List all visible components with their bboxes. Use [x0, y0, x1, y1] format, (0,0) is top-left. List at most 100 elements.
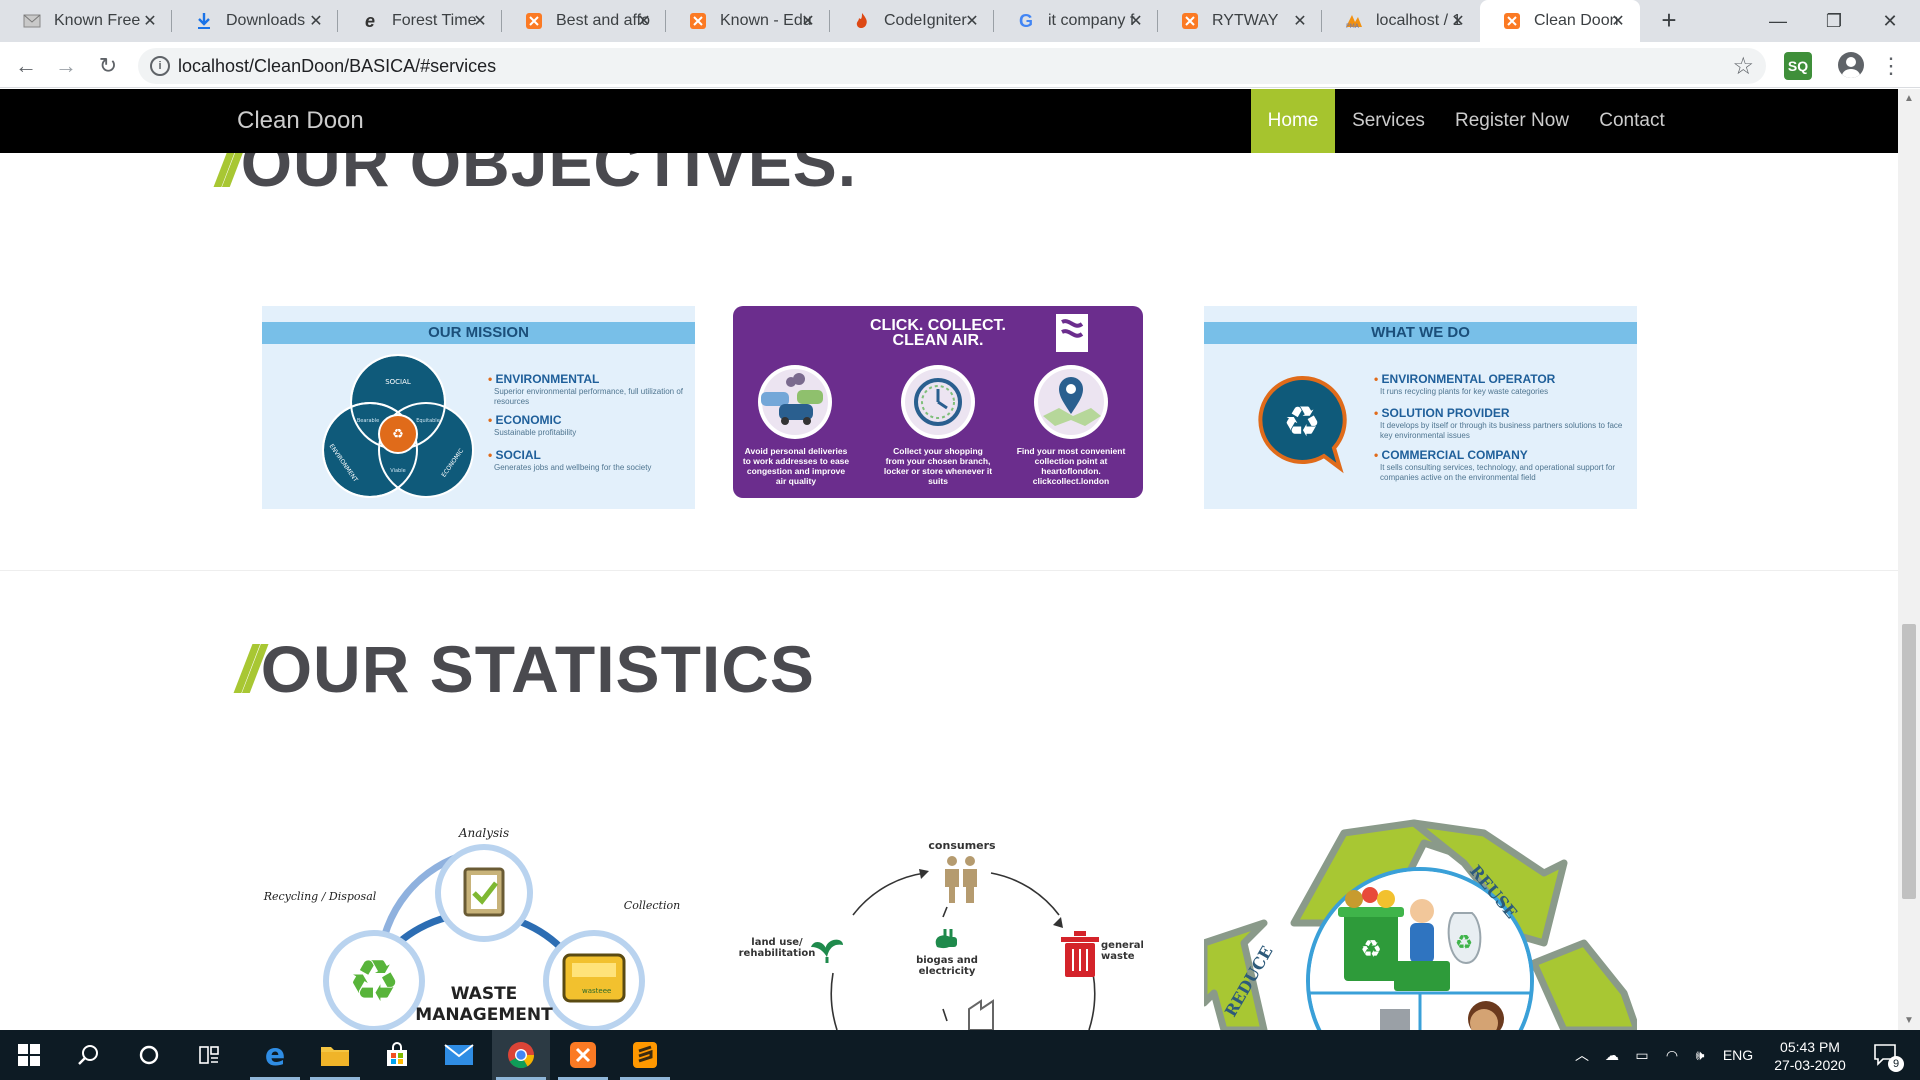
close-icon[interactable]: ✕ — [1290, 11, 1310, 31]
browser-tab-known-edu[interactable]: Known - Edu ✕ — [666, 0, 830, 42]
waste-label-center-1: WASTE — [451, 984, 518, 1004]
what-item-solution-provider: SOLUTION PROVIDER It develops by itself … — [1374, 406, 1624, 441]
browser-tab-known-free[interactable]: Known Free ✕ — [0, 0, 172, 42]
close-icon[interactable]: ✕ — [306, 11, 326, 31]
windows-start-icon[interactable] — [0, 1030, 58, 1080]
browser-tab-downloads[interactable]: Downloads ✕ — [172, 0, 338, 42]
browser-tab-clean-doon[interactable]: Clean Doon ✕ — [1480, 0, 1640, 42]
browser-tab-best-and-affo[interactable]: Best and affo ✕ — [502, 0, 666, 42]
windows-taskbar: e ︿ ☁ ▭ ◠ 🕪 ENG 05:43 PM 27-03-2020 9 — [0, 1030, 1920, 1080]
taskbar-sublime-icon[interactable] — [616, 1030, 674, 1080]
new-tab-button[interactable]: + — [1656, 7, 1682, 34]
sustainability-venn-diagram: ♻ SOCIAL ENVIRONMENT ECONOMIC Bearable E… — [322, 354, 474, 498]
browser-tab-codeigniter[interactable]: CodeIgniter ✕ — [830, 0, 994, 42]
venn-label-bearable: Bearable — [357, 418, 379, 424]
tray-battery-icon[interactable]: ▭ — [1628, 1030, 1656, 1080]
mission-card: OUR MISSION ♻ SOCIAL ENVIRONMENT ECONOMI… — [262, 306, 695, 509]
click-collect-caption-1: Avoid personal deliveries to work addres… — [742, 446, 850, 486]
close-icon[interactable]: ✕ — [140, 11, 160, 31]
close-icon[interactable]: ✕ — [470, 11, 490, 31]
taskbar-chrome-icon[interactable] — [492, 1030, 550, 1080]
tray-chevron-icon[interactable]: ︿ — [1568, 1030, 1596, 1080]
page-viewport: //OUR OBJECTIVES. Clean Doon Home Servic… — [0, 89, 1920, 1030]
what-we-do-header: WHAT WE DO — [1204, 322, 1637, 344]
taskbar-xampp-icon[interactable] — [554, 1030, 612, 1080]
close-icon[interactable]: ✕ — [962, 11, 982, 31]
close-window-button[interactable]: ✕ — [1860, 0, 1920, 42]
taskbar-clock[interactable]: 05:43 PM 27-03-2020 — [1762, 1038, 1858, 1074]
cortana-icon[interactable] — [120, 1030, 178, 1080]
minimize-button[interactable]: — — [1748, 0, 1808, 42]
menu-dots-icon[interactable]: ⋮ — [1880, 52, 1902, 80]
cycle-label-consumers: consumers — [928, 839, 996, 852]
scrollbar-thumb[interactable] — [1902, 624, 1916, 899]
extension-icon[interactable]: SQ — [1784, 52, 1812, 80]
person-icon — [1410, 899, 1434, 923]
close-icon[interactable]: ✕ — [798, 11, 818, 31]
google-icon: G — [1018, 10, 1033, 31]
forward-arrow-icon[interactable]: → — [52, 52, 80, 80]
browser-tabstrip: Known Free ✕ Downloads ✕ e Forest Time ✕… — [0, 0, 1920, 42]
scroll-down-arrow-icon[interactable]: ▼ — [1904, 1015, 1914, 1026]
venn-label-viable: Viable — [390, 468, 405, 474]
mail-icon — [22, 11, 42, 31]
close-icon[interactable]: ✕ — [1608, 11, 1628, 31]
download-icon — [194, 11, 214, 31]
site-brand[interactable]: Clean Doon — [237, 107, 364, 135]
task-view-icon[interactable] — [180, 1030, 238, 1080]
scroll-up-arrow-icon[interactable]: ▲ — [1904, 93, 1914, 104]
search-icon[interactable] — [60, 1030, 118, 1080]
info-icon[interactable]: i — [150, 56, 170, 76]
close-icon[interactable]: ✕ — [1126, 11, 1146, 31]
page-scrollbar[interactable]: ▲ ▼ — [1898, 89, 1920, 1030]
heart-of-london-logo — [1056, 314, 1088, 352]
taskbar-file-explorer-icon[interactable] — [306, 1030, 364, 1080]
close-icon[interactable]: ✕ — [634, 11, 654, 31]
xampp-icon — [1502, 11, 1522, 31]
notification-center-icon[interactable]: 9 — [1866, 1030, 1906, 1080]
nav-contact[interactable]: Contact — [1594, 89, 1670, 153]
browser-tab-rytway[interactable]: RYTWAY ✕ — [1158, 0, 1322, 42]
close-icon[interactable]: ✕ — [1448, 11, 1468, 31]
statistics-title: //OUR STATISTICS — [236, 632, 815, 706]
what-item-environmental-operator: ENVIRONMENTAL OPERATOR It runs recycling… — [1374, 372, 1624, 397]
nav-services[interactable]: Services — [1346, 89, 1431, 153]
cycle-label-biogas: biogas and electricity — [916, 955, 978, 977]
what-item-commercial-company: COMMERCIAL COMPANY It sells consulting s… — [1374, 448, 1624, 483]
bookmark-star-icon[interactable]: ☆ — [1732, 52, 1754, 81]
taskbar-store-icon[interactable] — [368, 1030, 426, 1080]
svg-text:PMA: PMA — [1346, 23, 1360, 29]
nav-register-now[interactable]: Register Now — [1451, 89, 1573, 153]
url-text[interactable]: localhost/CleanDoon/BASICA/#services — [178, 56, 496, 77]
map-pin-icon — [1034, 365, 1108, 439]
browser-tab-it-company[interactable]: G it company f ✕ — [994, 0, 1158, 42]
browser-tab-forest-time[interactable]: e Forest Time ✕ — [338, 0, 502, 42]
venn-label-equitable: Equitable — [416, 418, 440, 424]
taskbar-edge-icon[interactable]: e — [246, 1030, 304, 1080]
flame-icon — [852, 11, 872, 31]
address-bar[interactable]: i localhost/CleanDoon/BASICA/#services ☆ — [138, 48, 1766, 84]
tray-onedrive-icon[interactable]: ☁ — [1598, 1030, 1626, 1080]
nav-home[interactable]: Home — [1251, 89, 1335, 153]
tray-wifi-icon[interactable]: ◠ — [1658, 1030, 1686, 1080]
waste-label-collection: Collection — [624, 899, 680, 912]
tray-volume-icon[interactable]: 🕪 — [1686, 1030, 1714, 1080]
section-divider — [0, 570, 1898, 571]
mission-item-environmental: ENVIRONMENTAL Superior environmental per… — [488, 372, 688, 407]
consumers-icon — [945, 856, 977, 903]
recycle-icon: ♻ — [348, 947, 400, 1015]
restore-button[interactable]: ❐ — [1804, 0, 1864, 42]
browser-tab-localhost[interactable]: PMA localhost / 1 ✕ — [1322, 0, 1480, 42]
mission-item-economic: ECONOMIC Sustainable profitability — [488, 413, 688, 438]
what-we-do-card: WHAT WE DO ♻ ENVIRONMENTAL OPERATOR It r… — [1204, 306, 1637, 509]
taskbar-mail-icon[interactable] — [430, 1030, 488, 1080]
profile-avatar-icon[interactable] — [1838, 52, 1864, 78]
phpmyadmin-icon: PMA — [1344, 11, 1364, 31]
reuse-reduce-graphic: ♻ ♻ REUSE REDUCE — [1204, 813, 1637, 1030]
reload-icon[interactable]: ↻ — [94, 52, 122, 80]
svg-text:♻: ♻ — [1455, 930, 1473, 954]
venn-label-social: SOCIAL — [385, 378, 411, 386]
tray-language[interactable]: ENG — [1718, 1030, 1758, 1080]
back-arrow-icon[interactable]: ← — [12, 52, 40, 80]
recycle-icon: ♻ — [392, 427, 404, 442]
